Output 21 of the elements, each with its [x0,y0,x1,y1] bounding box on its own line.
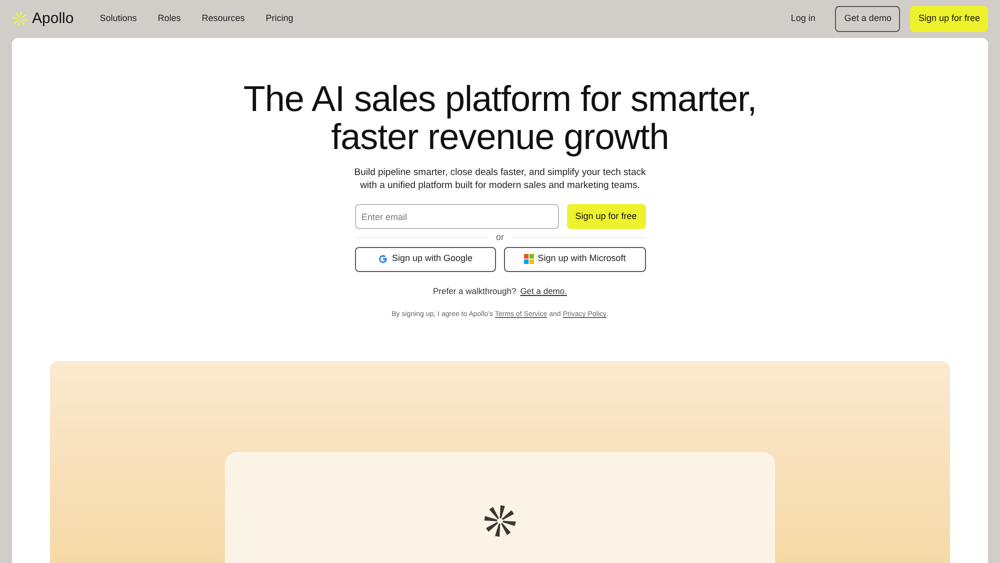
logo-icon [12,11,28,27]
hero-subtitle: Build pipeline smarter, close deals faster, and simplify your tech stack with a unified platform built for modern sales and marketing teams. [354,166,646,192]
asterisk-logo-icon [483,504,517,538]
brand-name[interactable]: Apollo [32,8,74,30]
walkthrough-text: Prefer a walkthrough? [433,284,516,298]
get-demo-link[interactable]: Get a demo. [520,284,567,298]
google-icon [378,254,388,264]
nav-link[interactable]: Roles [158,12,181,26]
microsoft-signup-button[interactable]: Sign up with Microsoft [504,246,646,272]
nav-link[interactable]: Solutions [100,12,137,26]
get-demo-button[interactable]: Get a demo [835,6,900,32]
google-signup-button[interactable]: Sign up with Google [354,246,496,272]
nav-link[interactable]: Pricing [266,12,294,26]
signup-submit-button[interactable]: Sign up for free [566,204,646,229]
hero-title: The AI sales platform for smarter, faster revenue growth [243,80,757,156]
email-field[interactable]: Enter email [354,204,558,229]
nav-link[interactable]: Resources [202,12,245,26]
windows-grid-icon [524,254,534,264]
signup-button[interactable]: Sign up for free [910,6,988,32]
or-divider-text: or [496,231,504,244]
login-link[interactable]: Log in [790,12,816,26]
